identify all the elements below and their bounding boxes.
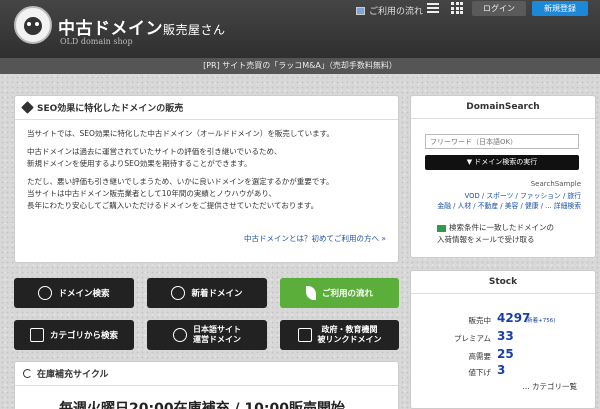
domain-search-title: DomainSearch [411, 96, 595, 119]
new-domains-label: 新着ドメイン [191, 289, 243, 299]
stock-value[interactable]: 33 [497, 329, 514, 343]
run-search-label: ドメイン検索の実行 [474, 158, 538, 166]
stock-panel: Stock 販売中 4297 (新着+756) プレミアム 33 高需要 25 … [410, 270, 596, 409]
gov-edu-backlink-button[interactable]: 政府・教育機関 被リンクドメイン [280, 320, 399, 350]
globe-search-icon [38, 286, 53, 300]
intro-heading-text: SEO効果に特化したドメインの販売 [37, 104, 184, 114]
stock-label: 販売中 [468, 316, 492, 325]
restock-heading-text: 在庫補充サイクル [37, 370, 109, 380]
logo-icon[interactable] [14, 6, 52, 44]
mail-alert-text[interactable]: 入荷情報をメールで受け取る [437, 235, 535, 244]
domain-search-panel: DomainSearch ▼ ドメイン検索の実行 SearchSample VO… [410, 95, 596, 258]
site-title-main[interactable]: 中古ドメイン [58, 19, 163, 39]
mail-alert-text[interactable]: 検索条件に一致したドメインの [449, 223, 554, 232]
new-badge-icon [171, 286, 186, 300]
government-building-icon [297, 328, 312, 342]
site-title[interactable]: 中古ドメイン販売屋さん [58, 14, 226, 39]
site-header: 中古ドメイン販売屋さん OLD domain shop ご利用の流れ ログイン … [0, 0, 600, 58]
guide-link[interactable]: ご利用の流れ [356, 4, 423, 17]
hamburger-menu-icon[interactable] [427, 3, 439, 13]
mail-icon [437, 224, 446, 232]
freeword-search-input[interactable] [425, 134, 579, 149]
japanese-site-label: 日本語サイト 運営ドメイン [193, 325, 241, 344]
japanese-site-domains-button[interactable]: 日本語サイト 運営ドメイン [147, 320, 267, 350]
category-search-label: カテゴリから検索 [49, 331, 118, 341]
intro-paragraph: ただし、悪い評価も引き継いでしまうため、いかに良いドメインを選定するかが重要です… [27, 177, 334, 186]
restock-heading: 在庫補充サイクル [15, 362, 398, 386]
run-search-button[interactable]: ▼ ドメイン検索の実行 [425, 155, 579, 170]
grid-menu-icon[interactable] [451, 2, 463, 14]
sample-link-row[interactable]: VOD / スポーツ / ファッション / 旅行 [411, 191, 581, 201]
intro-paragraph: 当サイトでは、SEO効果に特化した中古ドメイン（オールドドメイン）を販売していま… [27, 129, 334, 138]
mail-alert-link[interactable]: 検索条件に一致したドメインの 入荷情報をメールで受け取る [437, 222, 554, 246]
stock-value[interactable]: 3 [497, 363, 505, 377]
japanese-globe-icon [173, 328, 187, 342]
restock-cycle-panel: 在庫補充サイクル 毎週火曜日20:00在庫補充 / 10:00販売開始 [14, 361, 399, 409]
beginner-leaf-icon [305, 286, 316, 300]
search-sample-links[interactable]: VOD / スポーツ / ファッション / 旅行 金融 / 人材 / 不動産 /… [411, 191, 581, 211]
restock-schedule: 毎週火曜日20:00在庫補充 / 10:00販売開始 [59, 401, 345, 409]
site-subtitle: OLD domain shop [60, 37, 133, 46]
intro-paragraph: 中古ドメインは過去に運営されていたサイトの評価を引き継いでいるため、 [27, 147, 282, 156]
intro-paragraph: 新規ドメインを使用するよりSEO効果を期待することができます。 [27, 159, 252, 168]
intro-paragraph: 当サイトは中古ドメイン販売業者として10年間の実績とノウハウがあり、 [27, 189, 277, 198]
guide-label: ご利用の流れ [321, 289, 373, 299]
guide-link-label[interactable]: ご利用の流れ [369, 4, 423, 17]
stock-value[interactable]: 25 [497, 347, 514, 361]
category-search-button[interactable]: カテゴリから検索 [14, 320, 134, 350]
folder-search-icon [29, 328, 44, 342]
stock-label: 値下げ [468, 368, 492, 377]
tag-icon [21, 101, 34, 114]
new-domains-button[interactable]: 新着ドメイン [147, 278, 267, 308]
stock-title: Stock [411, 271, 595, 294]
refresh-icon [23, 369, 32, 378]
intro-panel: SEO効果に特化したドメインの販売 当サイトでは、SEO効果に特化した中古ドメイ… [14, 95, 399, 263]
site-title-small[interactable]: 販売屋さん [163, 23, 226, 37]
intro-body: 当サイトでは、SEO効果に特化した中古ドメイン（オールドドメイン）を販売していま… [15, 120, 398, 226]
domain-search-label: ドメイン検索 [58, 289, 110, 299]
book-icon [356, 6, 365, 15]
guide-button[interactable]: ご利用の流れ [280, 278, 399, 308]
gov-edu-label: 政府・教育機関 被リンクドメイン [317, 325, 382, 344]
stock-label: 高需要 [468, 352, 492, 361]
ad-banner[interactable]: [PR] サイト売買の「ラッコM&A」（売却手数料無料） [0, 58, 600, 74]
search-sample-label: SearchSample [530, 180, 581, 188]
intro-heading: SEO効果に特化したドメインの販売 [15, 96, 398, 120]
register-button[interactable]: 新規登録 [532, 1, 588, 16]
domain-search-button[interactable]: ドメイン検索 [14, 278, 134, 308]
stock-note: (新着+756) [525, 318, 556, 324]
stock-label: プレミアム [454, 334, 491, 343]
login-button[interactable]: ログイン [472, 1, 526, 16]
sample-link-row[interactable]: 金融 / 人材 / 不動産 / 美容 / 健康 / ... 詳細検索 [411, 201, 581, 211]
beginner-guide-link[interactable]: 中古ドメインとは？初めてご利用の方へ » [244, 233, 386, 244]
intro-paragraph: 長年にわたり安心してご購入いただけるドメインをご提供させていただいております。 [27, 201, 319, 210]
category-list-link[interactable]: ... カテゴリ一覧 [522, 381, 577, 392]
